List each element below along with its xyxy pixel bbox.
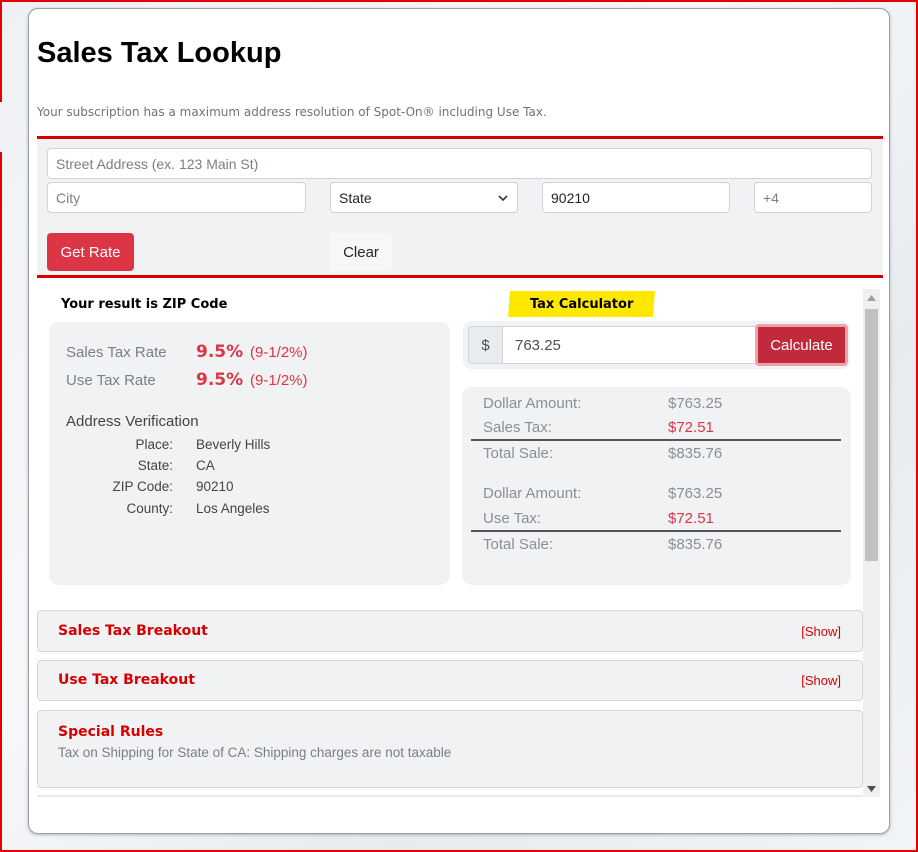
dollar-sign-addon: $ [468, 326, 502, 364]
street-address-input[interactable]: Street Address (ex. 123 Main St) [47, 148, 872, 179]
use-tax-rate-fraction: (9-1/2%) [250, 372, 308, 389]
address-key: County: [126, 501, 173, 516]
address-row: County: Los Angeles [49, 501, 270, 516]
sales-tax-label: Sales Tax: [483, 419, 552, 436]
use-tax-value: $72.51 [668, 510, 714, 527]
address-value: Los Angeles [196, 501, 270, 516]
use-total-divider [471, 530, 841, 532]
results-scroll-area: Your result is ZIP Code Tax Calculator S… [37, 287, 877, 797]
use-tax-breakout-show-link[interactable]: [Show] [801, 673, 841, 688]
tax-calculator-heading: Tax Calculator [508, 291, 655, 317]
state-select-value: State [339, 189, 372, 206]
use-tax-row: Use Tax: $72.51 [483, 510, 714, 527]
result-heading: Your result is ZIP Code [61, 297, 228, 312]
use-tax-rate-value: 9.5% [196, 370, 244, 390]
results-scrollbar[interactable] [863, 289, 880, 797]
address-key: State: [137, 458, 173, 473]
use-total-row: Total Sale: $835.76 [483, 536, 722, 553]
special-rules-section: Special Rules Tax on Shipping for State … [37, 710, 863, 788]
scroll-down-arrow-icon[interactable] [863, 780, 880, 797]
address-verification-title: Address Verification [66, 413, 199, 430]
dollar-amount-input[interactable]: 763.25 [502, 326, 756, 364]
sales-tax-breakout-section[interactable]: Sales Tax Breakout [Show] [37, 610, 863, 652]
get-rate-button[interactable]: Get Rate [47, 233, 134, 271]
sales-dollar-amount-label: Dollar Amount: [483, 395, 582, 412]
tax-calculator-heading-text: Tax Calculator [529, 296, 634, 312]
sales-dollar-amount-row: Dollar Amount: $763.25 [483, 395, 722, 412]
use-dollar-amount-value: $763.25 [668, 485, 723, 502]
page-title: Sales Tax Lookup [37, 37, 282, 69]
sales-tax-rate-fraction: (9-1/2%) [250, 344, 308, 361]
scroll-up-arrow-icon[interactable] [863, 289, 880, 306]
use-tax-label: Use Tax: [483, 510, 542, 527]
address-form: Street Address (ex. 123 Main St) City St… [37, 136, 883, 278]
use-dollar-amount-row: Dollar Amount: $763.25 [483, 485, 722, 502]
subscription-note: Your subscription has a maximum address … [37, 105, 547, 119]
use-tax-rate-row: Use Tax Rate 9.5% (9-1/2%) [66, 370, 308, 390]
clear-button[interactable]: Clear [330, 233, 392, 271]
sales-total-divider [471, 439, 841, 441]
sales-dollar-amount-value: $763.25 [668, 395, 723, 412]
use-tax-breakout-section[interactable]: Use Tax Breakout [Show] [37, 660, 863, 701]
sales-tax-rate-value: 9.5% [196, 342, 244, 362]
sales-tax-breakout-show-link[interactable]: [Show] [801, 624, 841, 639]
city-input[interactable]: City [47, 182, 306, 213]
address-value: 90210 [196, 479, 234, 494]
address-value: CA [196, 458, 215, 473]
special-rules-title: Special Rules [58, 724, 164, 740]
address-value: Beverly Hills [196, 437, 271, 452]
sales-tax-value: $72.51 [668, 419, 714, 436]
address-row: Place: Beverly Hills [49, 437, 270, 452]
map-preview [37, 795, 863, 797]
sales-tax-rate-label: Sales Tax Rate [66, 344, 167, 361]
frame-gap [0, 102, 4, 152]
calculator-input-group: $ 763.25 Calculate [463, 321, 850, 369]
scrollbar-thumb[interactable] [865, 309, 878, 561]
use-total-label: Total Sale: [483, 536, 554, 553]
address-key: ZIP Code: [112, 479, 173, 494]
calculation-results-box: Dollar Amount: $763.25 Sales Tax: $72.51… [462, 387, 851, 585]
address-row: ZIP Code: 90210 [49, 479, 234, 494]
use-tax-breakout-title: Use Tax Breakout [58, 672, 195, 688]
sales-total-row: Total Sale: $835.76 [483, 445, 722, 462]
use-total-value: $835.76 [668, 536, 723, 553]
sales-tax-rate-row: Sales Tax Rate 9.5% (9-1/2%) [66, 342, 308, 362]
sales-tax-row: Sales Tax: $72.51 [483, 419, 714, 436]
state-select[interactable]: State [330, 182, 518, 213]
zip-input[interactable]: 90210 [542, 182, 730, 213]
use-tax-rate-label: Use Tax Rate [66, 372, 156, 389]
use-dollar-amount-label: Dollar Amount: [483, 485, 582, 502]
address-key: Place: [135, 437, 173, 452]
calculate-button[interactable]: Calculate [755, 324, 848, 366]
sales-tax-breakout-title: Sales Tax Breakout [58, 623, 208, 639]
sales-total-label: Total Sale: [483, 445, 554, 462]
special-rules-text: Tax on Shipping for State of CA: Shippin… [58, 745, 452, 760]
address-row: State: CA [49, 458, 215, 473]
sales-total-value: $835.76 [668, 445, 723, 462]
rate-summary-box: Sales Tax Rate 9.5% (9-1/2%) Use Tax Rat… [49, 322, 450, 585]
zip-plus4-input[interactable]: +4 [754, 182, 872, 213]
sales-tax-lookup-panel: Sales Tax Lookup Your subscription has a… [28, 8, 890, 834]
chevron-down-icon [498, 194, 508, 201]
